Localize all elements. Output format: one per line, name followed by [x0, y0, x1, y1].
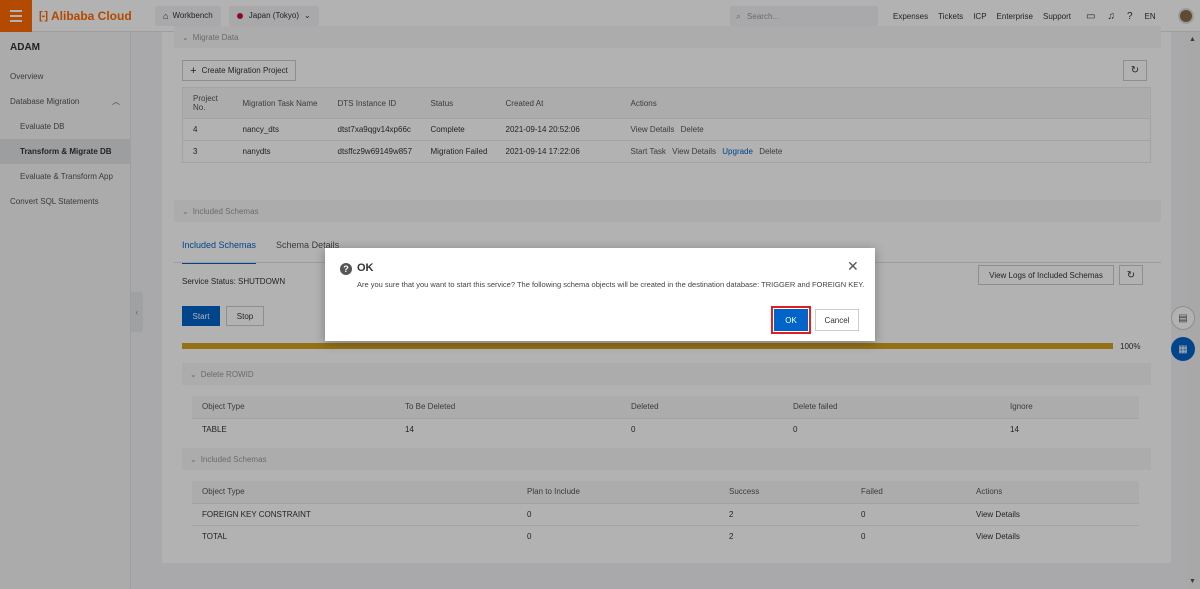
cancel-button[interactable]: Cancel — [815, 309, 859, 331]
ok-button-highlight — [771, 306, 811, 334]
close-icon[interactable]: ✕ — [847, 258, 859, 275]
question-icon: ? — [340, 263, 352, 275]
dialog-message: Are you sure that you want to start this… — [357, 280, 865, 289]
confirm-dialog: ? OK ✕ Are you sure that you want to sta… — [325, 248, 875, 341]
cancel-label: Cancel — [824, 315, 850, 325]
dialog-title: OK — [357, 262, 374, 274]
